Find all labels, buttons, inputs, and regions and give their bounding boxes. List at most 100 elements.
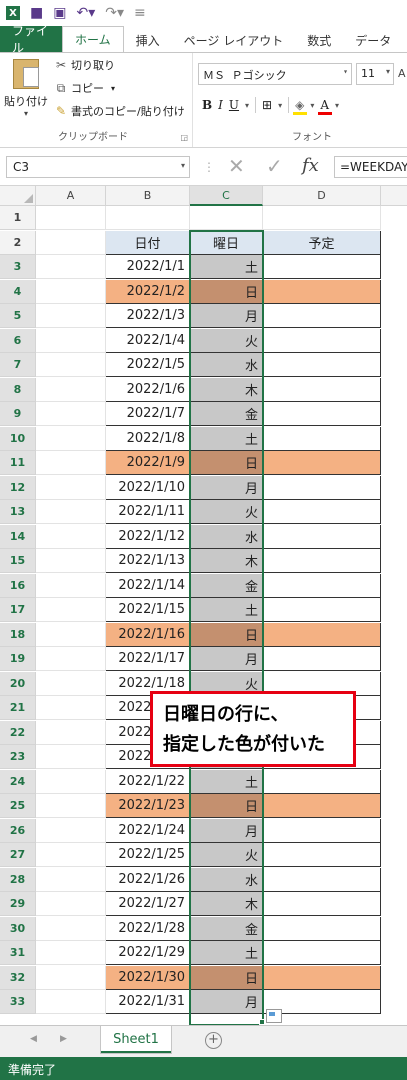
cell-a[interactable] <box>36 598 106 622</box>
cell-a[interactable] <box>36 328 106 353</box>
weekday-cell[interactable]: 日 <box>190 622 263 647</box>
date-cell[interactable]: 2022/1/7 <box>106 402 190 426</box>
plan-cell[interactable] <box>263 279 381 304</box>
chevron-down-icon[interactable]: ▾ <box>245 101 249 110</box>
cell-a[interactable] <box>36 941 106 965</box>
formula-bar-grip-icon[interactable]: ⋮ <box>203 160 215 174</box>
name-box[interactable]: C3 ▾ <box>6 156 190 178</box>
row-header[interactable]: 31 <box>0 941 36 965</box>
plan-cell[interactable] <box>263 500 381 524</box>
plan-cell[interactable] <box>263 573 381 598</box>
row-header[interactable]: 22 <box>0 720 36 745</box>
cell-a[interactable] <box>36 573 106 598</box>
plan-cell[interactable] <box>263 451 381 475</box>
date-cell[interactable]: 2022/1/10 <box>106 475 190 500</box>
cell-a[interactable] <box>36 843 106 867</box>
cell-a[interactable] <box>36 206 106 230</box>
weekday-cell[interactable]: 月 <box>190 818 263 843</box>
date-cell[interactable]: 2022/1/14 <box>106 573 190 598</box>
row-header[interactable]: 4 <box>0 279 36 304</box>
undo-icon[interactable]: ↶▾ <box>76 5 95 21</box>
row-header[interactable]: 11 <box>0 451 36 475</box>
cell-a[interactable] <box>36 451 106 475</box>
cell-a[interactable] <box>36 353 106 377</box>
weekday-cell[interactable]: 火 <box>190 500 263 524</box>
row-header[interactable]: 18 <box>0 622 36 647</box>
weekday-cell[interactable]: 土 <box>190 941 263 965</box>
cell-b[interactable]: 日付 <box>106 230 190 255</box>
cell-a[interactable] <box>36 671 106 696</box>
select-all-button[interactable] <box>0 186 36 206</box>
weekday-cell[interactable]: 火 <box>190 843 263 867</box>
row-header[interactable]: 21 <box>0 696 36 720</box>
date-cell[interactable]: 2022/1/17 <box>106 647 190 671</box>
cell-a[interactable] <box>36 745 106 769</box>
date-cell[interactable]: 2022/1/9 <box>106 451 190 475</box>
date-cell[interactable]: 2022/1/13 <box>106 549 190 573</box>
save-icon[interactable]: ■ <box>30 5 43 21</box>
row-header[interactable]: 10 <box>0 426 36 451</box>
chevron-down-icon[interactable]: ▾ <box>310 101 314 110</box>
format-painter-button[interactable]: ✎ 書式のコピー/貼り付け <box>54 103 185 119</box>
cell-a[interactable] <box>36 377 106 402</box>
date-cell[interactable]: 2022/1/11 <box>106 500 190 524</box>
column-header-d[interactable]: D <box>263 186 381 206</box>
tab-page-layout[interactable]: ページ レイアウト <box>172 28 296 52</box>
sheet-tab-sheet1[interactable]: Sheet1 <box>100 1026 172 1054</box>
paste-button[interactable]: 貼り付け ▾ <box>4 59 48 129</box>
tab-data[interactable]: データ <box>343 28 403 52</box>
cell-a[interactable] <box>36 990 106 1014</box>
weekday-cell[interactable]: 月 <box>190 475 263 500</box>
weekday-cell[interactable]: 木 <box>190 892 263 916</box>
cell-a[interactable] <box>36 892 106 916</box>
cell-b[interactable] <box>106 206 190 230</box>
row-header[interactable]: 24 <box>0 769 36 794</box>
chevron-down-icon[interactable]: ▾ <box>335 101 339 110</box>
row-header[interactable]: 19 <box>0 647 36 671</box>
weekday-cell[interactable]: 土 <box>190 426 263 451</box>
plan-cell[interactable] <box>263 965 381 990</box>
row-header[interactable]: 32 <box>0 965 36 990</box>
cell-a[interactable] <box>36 720 106 745</box>
row-header[interactable]: 9 <box>0 402 36 426</box>
tab-insert[interactable]: 挿入 <box>124 28 172 52</box>
plan-cell[interactable] <box>263 843 381 867</box>
customize-icon[interactable]: ≡ <box>134 5 146 21</box>
tab-home[interactable]: ホーム <box>62 26 124 52</box>
cell-c[interactable]: 曜日 <box>190 230 263 255</box>
bold-button[interactable]: B <box>202 98 212 112</box>
weekday-cell[interactable]: 土 <box>190 255 263 279</box>
cell-a[interactable] <box>36 818 106 843</box>
column-header-c[interactable]: C <box>190 186 263 206</box>
weekday-cell[interactable]: 日 <box>190 965 263 990</box>
date-cell[interactable]: 2022/1/1 <box>106 255 190 279</box>
date-cell[interactable]: 2022/1/8 <box>106 426 190 451</box>
weekday-cell[interactable]: 日 <box>190 451 263 475</box>
font-name-select[interactable]: ＭＳ Ｐゴシック ▾ <box>198 63 352 85</box>
plan-cell[interactable] <box>263 818 381 843</box>
cell-a[interactable] <box>36 647 106 671</box>
copy-button[interactable]: ⧉ コピー ▾ <box>54 80 115 96</box>
plan-cell[interactable] <box>263 769 381 794</box>
row-header[interactable]: 28 <box>0 867 36 892</box>
date-cell[interactable]: 2022/1/30 <box>106 965 190 990</box>
row-header[interactable]: 3 <box>0 255 36 279</box>
date-cell[interactable]: 2022/1/2 <box>106 279 190 304</box>
plan-cell[interactable] <box>263 622 381 647</box>
date-cell[interactable]: 2022/1/12 <box>106 524 190 549</box>
row-header[interactable]: 27 <box>0 843 36 867</box>
row-header[interactable]: 15 <box>0 549 36 573</box>
plan-cell[interactable] <box>263 941 381 965</box>
italic-button[interactable]: I <box>218 98 223 112</box>
date-cell[interactable]: 2022/1/25 <box>106 843 190 867</box>
scroll-left-icon[interactable]: ◀ <box>30 1034 37 1044</box>
font-size-select[interactable]: 11 ▾ <box>356 63 394 85</box>
plan-cell[interactable] <box>263 304 381 328</box>
cell-a[interactable] <box>36 279 106 304</box>
formula-input[interactable]: =WEEKDAY( <box>334 156 407 178</box>
save-as-icon[interactable]: ▣ <box>53 5 66 21</box>
date-cell[interactable]: 2022/1/22 <box>106 769 190 794</box>
date-cell[interactable]: 2022/1/29 <box>106 941 190 965</box>
cell-a[interactable] <box>36 867 106 892</box>
column-header-e[interactable] <box>381 186 407 206</box>
